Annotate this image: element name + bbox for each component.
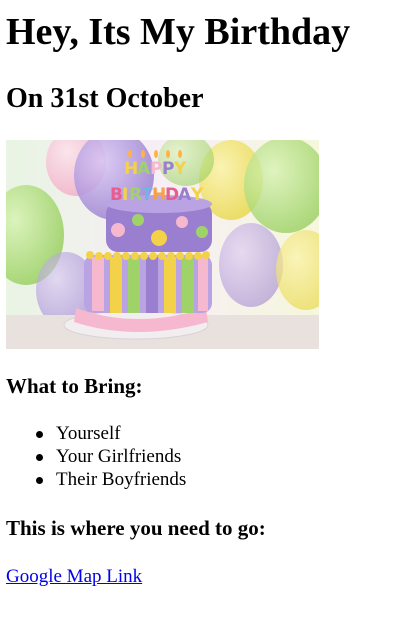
page-subtitle: On 31st October <box>6 83 204 114</box>
svg-text:D: D <box>165 185 179 205</box>
svg-text:P: P <box>150 159 162 179</box>
list-item: Yourself <box>36 422 186 445</box>
bullet-icon <box>36 454 43 461</box>
svg-text:I: I <box>122 185 128 205</box>
location-heading: This is where you need to go: <box>6 516 266 540</box>
svg-text:A: A <box>137 159 151 179</box>
list-item: Your Girlfriends <box>36 445 186 468</box>
svg-text:Y: Y <box>173 159 187 179</box>
list-item: Their Boyfriends <box>36 468 187 491</box>
google-map-link[interactable]: Google Map Link <box>6 565 142 588</box>
list-item-label: Your Girlfriends <box>56 446 182 467</box>
bring-heading: What to Bring: <box>6 374 143 398</box>
svg-text:A: A <box>178 185 192 205</box>
bullet-icon <box>36 477 43 484</box>
list-item-label: Yourself <box>56 423 121 444</box>
page-title: Hey, Its My Birthday <box>6 11 351 53</box>
svg-text:P: P <box>162 159 174 179</box>
birthday-cake-icon: H A P P Y B I R T H D A Y <box>6 140 319 349</box>
svg-text:Y: Y <box>190 185 204 205</box>
bring-list: Yourself Your Girlfriends Their Boyfrien… <box>6 422 186 491</box>
bullet-icon <box>36 431 43 438</box>
birthday-cake-image: H A P P Y B I R T H D A Y <box>6 140 319 349</box>
list-item-label: Their Boyfriends <box>56 469 187 490</box>
